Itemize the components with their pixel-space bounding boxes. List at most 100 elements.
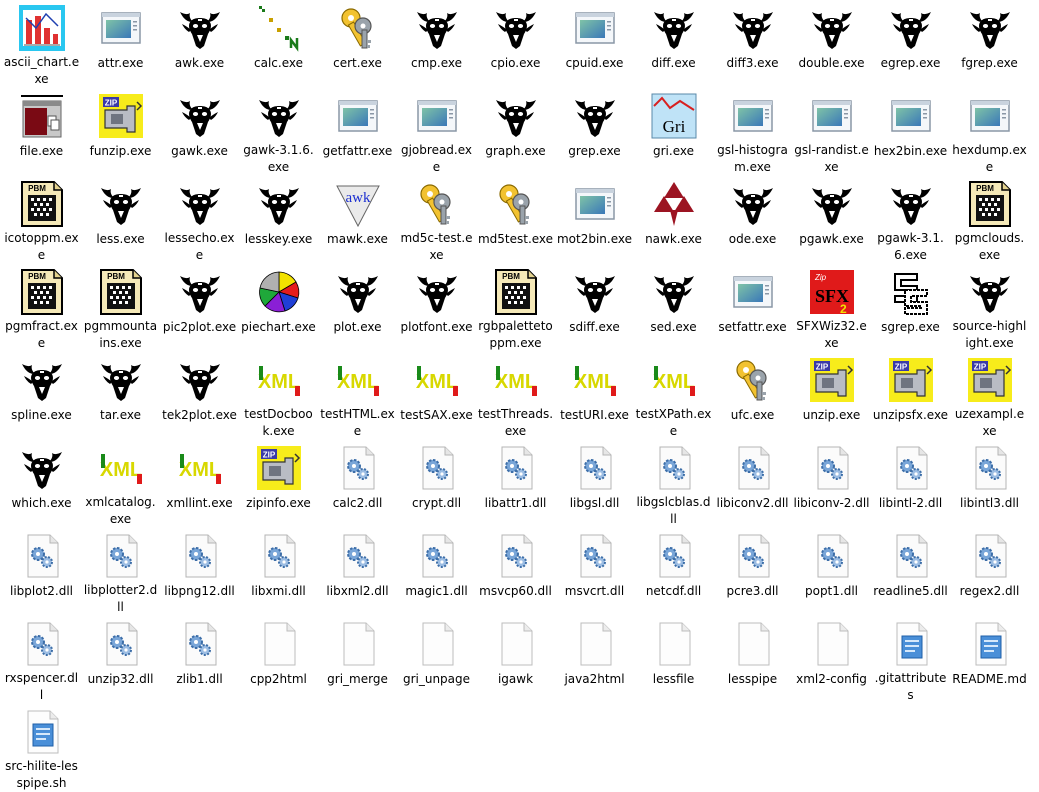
file-item[interactable]: tar.exe bbox=[81, 352, 160, 440]
file-item[interactable]: pcre3.dll bbox=[713, 528, 792, 616]
file-item[interactable]: libgsl.dll bbox=[555, 440, 634, 528]
file-item[interactable]: popt1.dll bbox=[792, 528, 871, 616]
file-item[interactable]: cpp2html bbox=[239, 616, 318, 704]
file-item[interactable]: XML testURI.exe bbox=[555, 352, 634, 440]
file-item[interactable]: XML testDocbook.exe bbox=[239, 352, 318, 440]
file-item[interactable]: sdiff.exe bbox=[555, 264, 634, 352]
file-item[interactable]: gsl-randist.exe bbox=[792, 88, 871, 176]
file-item[interactable]: diff.exe bbox=[634, 0, 713, 88]
file-item[interactable]: libpng12.dll bbox=[160, 528, 239, 616]
file-item[interactable]: Zip SFX 2 SFXWiz32.exe bbox=[792, 264, 871, 352]
file-item[interactable]: plotfont.exe bbox=[397, 264, 476, 352]
file-item[interactable]: file.exe bbox=[2, 88, 81, 176]
file-item[interactable]: fgrep.exe bbox=[950, 0, 1029, 88]
file-item[interactable]: XML testXPath.exe bbox=[634, 352, 713, 440]
file-item[interactable]: piechart.exe bbox=[239, 264, 318, 352]
file-item[interactable]: pgawk.exe bbox=[792, 176, 871, 264]
file-item[interactable]: .gitattributes bbox=[871, 616, 950, 704]
file-item[interactable]: PBM rgbpalettetoppm.exe bbox=[476, 264, 555, 352]
file-item[interactable]: tek2plot.exe bbox=[160, 352, 239, 440]
file-item[interactable]: gawk.exe bbox=[160, 88, 239, 176]
file-item[interactable]: pgawk-3.1.6.exe bbox=[871, 176, 950, 264]
file-item[interactable]: magic1.dll bbox=[397, 528, 476, 616]
file-item[interactable]: ZIP zipinfo.exe bbox=[239, 440, 318, 528]
file-item[interactable]: gawk-3.1.6.exe bbox=[239, 88, 318, 176]
file-item[interactable]: calc.exe bbox=[239, 0, 318, 88]
file-item[interactable]: XML xmllint.exe bbox=[160, 440, 239, 528]
file-item[interactable]: xml2-config bbox=[792, 616, 871, 704]
file-item[interactable]: md5c-test.exe bbox=[397, 176, 476, 264]
file-item[interactable]: awk.exe bbox=[160, 0, 239, 88]
file-item[interactable]: java2html bbox=[555, 616, 634, 704]
file-item[interactable]: sgrep.exe bbox=[871, 264, 950, 352]
file-item[interactable]: cmp.exe bbox=[397, 0, 476, 88]
file-item[interactable]: libxmi.dll bbox=[239, 528, 318, 616]
file-item[interactable]: PBM pgmclouds.exe bbox=[950, 176, 1029, 264]
file-item[interactable]: XML testThreads.exe bbox=[476, 352, 555, 440]
file-item[interactable]: rxspencer.dll bbox=[2, 616, 81, 704]
file-item[interactable]: gri_unpage bbox=[397, 616, 476, 704]
file-item[interactable]: source-highlight.exe bbox=[950, 264, 1029, 352]
file-item[interactable]: ascii_chart.exe bbox=[2, 0, 81, 88]
file-item[interactable]: readline5.dll bbox=[871, 528, 950, 616]
file-item[interactable]: hex2bin.exe bbox=[871, 88, 950, 176]
file-item[interactable]: which.exe bbox=[2, 440, 81, 528]
file-item[interactable]: lesskey.exe bbox=[239, 176, 318, 264]
file-item[interactable]: XML xmlcatalog.exe bbox=[81, 440, 160, 528]
file-item[interactable]: graph.exe bbox=[476, 88, 555, 176]
file-item[interactable]: ZIP unzip.exe bbox=[792, 352, 871, 440]
file-item[interactable]: libintl3.dll bbox=[950, 440, 1029, 528]
file-item[interactable]: libiconv-2.dll bbox=[792, 440, 871, 528]
file-item[interactable]: PBM icotoppm.exe bbox=[2, 176, 81, 264]
file-item[interactable]: gri_merge bbox=[318, 616, 397, 704]
file-item[interactable]: src-hilite-lesspipe.sh bbox=[2, 704, 81, 792]
file-item[interactable]: libiconv2.dll bbox=[713, 440, 792, 528]
file-item[interactable]: XML testHTML.exe bbox=[318, 352, 397, 440]
file-item[interactable]: lessfile bbox=[634, 616, 713, 704]
file-item[interactable]: PBM pgmfract.exe bbox=[2, 264, 81, 352]
file-item[interactable]: spline.exe bbox=[2, 352, 81, 440]
file-item[interactable]: libintl-2.dll bbox=[871, 440, 950, 528]
file-item[interactable]: gjobread.exe bbox=[397, 88, 476, 176]
file-item[interactable]: ZIP uzexampl.exe bbox=[950, 352, 1029, 440]
file-item[interactable]: Gri gri.exe bbox=[634, 88, 713, 176]
file-item[interactable]: libplot2.dll bbox=[2, 528, 81, 616]
file-item[interactable]: cert.exe bbox=[318, 0, 397, 88]
file-item[interactable]: libattr1.dll bbox=[476, 440, 555, 528]
file-item[interactable]: grep.exe bbox=[555, 88, 634, 176]
file-item[interactable]: unzip32.dll bbox=[81, 616, 160, 704]
file-item[interactable]: setfattr.exe bbox=[713, 264, 792, 352]
file-item[interactable]: nawk.exe bbox=[634, 176, 713, 264]
file-item[interactable]: regex2.dll bbox=[950, 528, 1029, 616]
file-item[interactable]: crypt.dll bbox=[397, 440, 476, 528]
file-item[interactable]: diff3.exe bbox=[713, 0, 792, 88]
file-item[interactable]: ufc.exe bbox=[713, 352, 792, 440]
file-item[interactable]: plot.exe bbox=[318, 264, 397, 352]
file-item[interactable]: msvcp60.dll bbox=[476, 528, 555, 616]
file-item[interactable]: README.md bbox=[950, 616, 1029, 704]
file-item[interactable]: libxml2.dll bbox=[318, 528, 397, 616]
file-item[interactable]: less.exe bbox=[81, 176, 160, 264]
file-item[interactable]: lessecho.exe bbox=[160, 176, 239, 264]
file-item[interactable]: ode.exe bbox=[713, 176, 792, 264]
file-item[interactable]: netcdf.dll bbox=[634, 528, 713, 616]
file-item[interactable]: double.exe bbox=[792, 0, 871, 88]
file-item[interactable]: libplotter2.dll bbox=[81, 528, 160, 616]
file-item[interactable]: gsl-histogram.exe bbox=[713, 88, 792, 176]
file-item[interactable]: lesspipe bbox=[713, 616, 792, 704]
file-item[interactable]: md5test.exe bbox=[476, 176, 555, 264]
file-item[interactable]: getfattr.exe bbox=[318, 88, 397, 176]
file-item[interactable]: zlib1.dll bbox=[160, 616, 239, 704]
file-item[interactable]: attr.exe bbox=[81, 0, 160, 88]
file-item[interactable]: XML testSAX.exe bbox=[397, 352, 476, 440]
file-item[interactable]: msvcrt.dll bbox=[555, 528, 634, 616]
file-item[interactable]: egrep.exe bbox=[871, 0, 950, 88]
file-item[interactable]: cpuid.exe bbox=[555, 0, 634, 88]
file-item[interactable]: pic2plot.exe bbox=[160, 264, 239, 352]
file-item[interactable]: ZIP funzip.exe bbox=[81, 88, 160, 176]
file-item[interactable]: PBM pgmmountains.exe bbox=[81, 264, 160, 352]
file-item[interactable]: igawk bbox=[476, 616, 555, 704]
file-item[interactable]: calc2.dll bbox=[318, 440, 397, 528]
file-item[interactable]: mot2bin.exe bbox=[555, 176, 634, 264]
file-item[interactable]: sed.exe bbox=[634, 264, 713, 352]
